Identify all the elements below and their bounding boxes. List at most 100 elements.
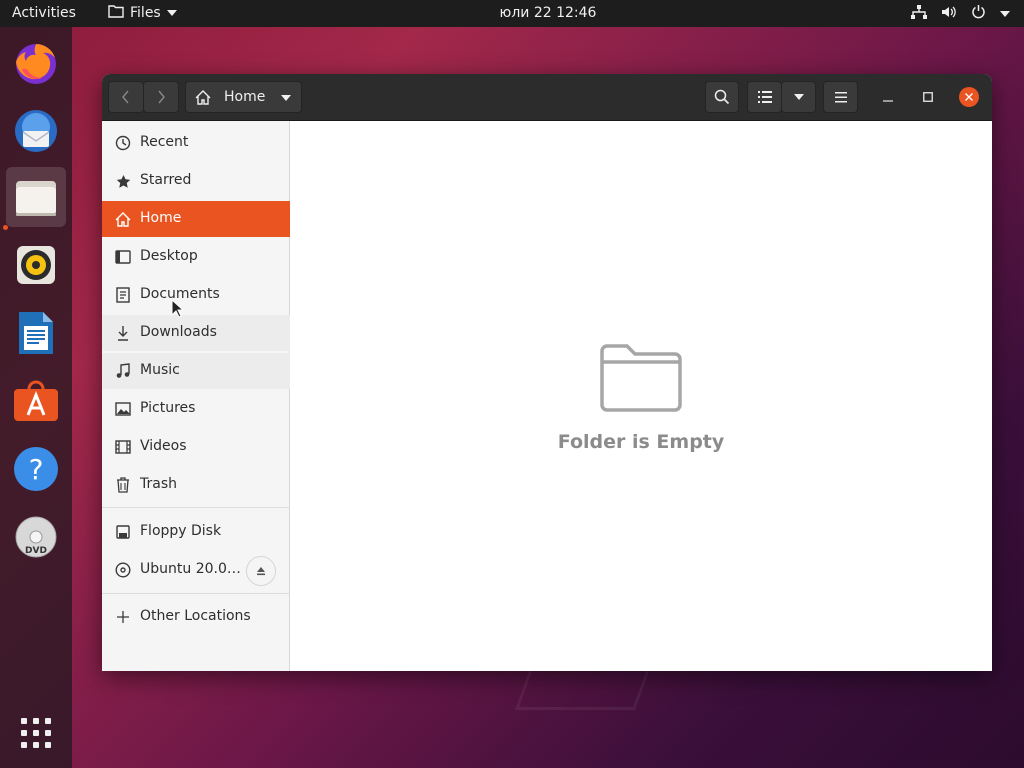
clock[interactable]: юли 22 12:46: [0, 5, 1024, 21]
chevron-down-icon: [793, 94, 804, 100]
plus-icon: [115, 609, 131, 625]
sidebar-item-label: Recent: [140, 134, 189, 150]
mouse-cursor-icon: [171, 299, 185, 318]
sidebar-item-ubuntu-disc[interactable]: Ubuntu 20.0…: [102, 552, 290, 588]
sidebar-item-music[interactable]: Music: [102, 353, 290, 389]
dock: ? DVD: [0, 27, 72, 768]
home-icon: [115, 211, 131, 227]
svg-text:?: ?: [29, 453, 44, 486]
show-applications-button[interactable]: [6, 703, 66, 763]
eject-button[interactable]: [246, 556, 276, 586]
files-launcher[interactable]: [6, 167, 66, 227]
empty-folder-icon: [600, 344, 682, 412]
sidebar-item-label: Other Locations: [140, 608, 251, 624]
sidebar: Recent Starred Home Desktop Documents Do…: [102, 121, 290, 671]
trash-icon: [115, 477, 131, 493]
sidebar-item-label: Starred: [140, 172, 192, 188]
list-view-button[interactable]: [747, 81, 782, 113]
sidebar-item-videos[interactable]: Videos: [102, 429, 290, 465]
sidebar-item-label: Floppy Disk: [140, 523, 222, 539]
files-icon: [16, 181, 56, 216]
rhythmbox-launcher[interactable]: [6, 235, 66, 295]
sidebar-item-floppy[interactable]: Floppy Disk: [102, 514, 290, 550]
main-menu-button[interactable]: [823, 81, 858, 113]
sidebar-separator: [102, 593, 290, 594]
sidebar-item-label: Desktop: [140, 248, 198, 264]
search-button[interactable]: [705, 81, 739, 113]
top-bar: Activities Files юли 22 12:46: [0, 0, 1024, 27]
star-icon: [115, 173, 131, 189]
search-icon: [714, 89, 730, 105]
document-icon: [115, 287, 131, 303]
hamburger-icon: [834, 91, 847, 102]
sidebar-item-home[interactable]: Home: [102, 201, 290, 237]
maximize-button[interactable]: [912, 81, 944, 113]
app-grid-icon: [21, 718, 51, 748]
sidebar-item-starred[interactable]: Starred: [102, 163, 290, 199]
eject-icon: [257, 567, 265, 576]
firefox-launcher[interactable]: [6, 33, 66, 93]
minimize-button[interactable]: [872, 81, 904, 113]
help-icon: ?: [14, 447, 58, 491]
dvd-icon: DVD: [15, 516, 57, 558]
home-icon: [195, 90, 211, 109]
sidebar-item-recent[interactable]: Recent: [102, 125, 290, 161]
sidebar-item-label: Downloads: [140, 324, 217, 340]
close-icon: [959, 87, 979, 107]
sidebar-item-other-locations[interactable]: Other Locations: [102, 599, 290, 635]
sidebar-item-documents[interactable]: Documents: [102, 277, 290, 313]
sidebar-item-trash[interactable]: Trash: [102, 467, 290, 503]
back-button[interactable]: [108, 81, 144, 113]
software-icon: [14, 380, 58, 421]
sidebar-item-desktop[interactable]: Desktop: [102, 239, 290, 275]
power-icon: [971, 4, 986, 23]
sidebar-separator: [102, 507, 290, 508]
rhythmbox-icon: [17, 246, 55, 284]
network-icon: [911, 4, 927, 23]
files-window: Home Recent Starred Home Desktop Documen…: [102, 74, 992, 671]
sidebar-item-pictures[interactable]: Pictures: [102, 391, 290, 427]
firefox-icon: [16, 44, 56, 84]
header-bar: Home: [102, 74, 992, 121]
location-button[interactable]: Home: [185, 81, 302, 113]
minimize-icon: [883, 100, 893, 102]
list-view-icon: [757, 91, 772, 103]
pictures-icon: [115, 401, 131, 417]
close-button[interactable]: [953, 81, 985, 113]
chevron-down-icon: [1000, 10, 1010, 17]
desktop-icon: [115, 249, 131, 265]
floppy-icon: [115, 524, 131, 540]
writer-icon: [19, 312, 53, 354]
empty-folder-message: Folder is Empty: [557, 431, 725, 453]
sidebar-item-downloads[interactable]: Downloads: [102, 315, 290, 351]
writer-launcher[interactable]: [6, 303, 66, 363]
sidebar-item-label: Home: [140, 210, 182, 226]
chevron-down-icon: [281, 95, 291, 101]
music-icon: [115, 363, 131, 379]
view-options-button[interactable]: [781, 81, 816, 113]
chevron-left-icon: [122, 90, 129, 104]
video-icon: [115, 439, 131, 455]
file-view[interactable]: Folder is Empty: [290, 121, 992, 671]
disc-icon: [115, 562, 131, 578]
maximize-icon: [923, 92, 933, 102]
sidebar-item-label: Videos: [140, 438, 187, 454]
forward-button[interactable]: [143, 81, 179, 113]
thunderbird-icon: [15, 110, 57, 152]
location-label: Home: [224, 89, 266, 105]
software-launcher[interactable]: [6, 371, 66, 431]
sidebar-item-label: Ubuntu 20.0…: [140, 561, 241, 577]
volume-icon: [941, 5, 957, 23]
dvd-launcher[interactable]: DVD: [6, 507, 66, 567]
sidebar-item-label: Trash: [140, 476, 177, 492]
help-launcher[interactable]: ?: [6, 439, 66, 499]
sidebar-item-label: Pictures: [140, 400, 196, 416]
dvd-label: DVD: [25, 546, 47, 556]
download-icon: [115, 325, 131, 341]
clock-icon: [115, 135, 131, 151]
running-indicator: [3, 225, 8, 230]
chevron-right-icon: [158, 90, 165, 104]
thunderbird-launcher[interactable]: [6, 101, 66, 161]
sidebar-item-label: Music: [140, 362, 180, 378]
system-menu[interactable]: [911, 4, 1010, 23]
